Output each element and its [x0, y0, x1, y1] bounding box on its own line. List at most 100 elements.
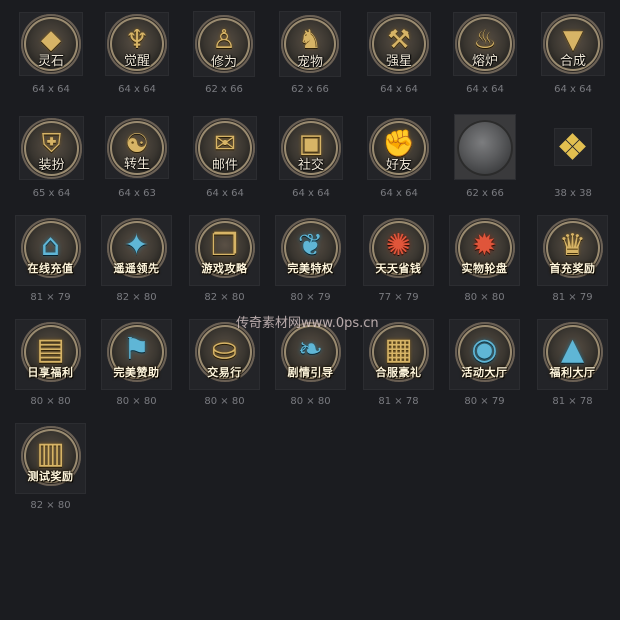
icon-dimensions: 64 x 64 [554, 84, 592, 95]
icon-dimensions: 81 × 78 [378, 396, 419, 407]
icon-dimensions: 80 × 79 [290, 292, 331, 303]
gold-diamonds-icon [554, 128, 592, 166]
icon-dimensions: 81 × 79 [30, 292, 71, 303]
icon-label: 日享福利 [27, 366, 74, 379]
icon-tile: ❦ 完美特权 [275, 215, 346, 286]
icon-label: 合服豪礼 [375, 366, 422, 379]
icon-dimensions: 80 × 80 [204, 396, 245, 407]
icon-tile: ◉ 活动大厅 [449, 319, 520, 390]
icon-label: 测试奖励 [27, 470, 74, 483]
icon-tile: ▣ 社交 [279, 116, 343, 180]
scroll-book-icon: ❐ [211, 228, 238, 264]
jade-blade-icon: ✦ [123, 228, 150, 264]
icon-label: 觉醒 [123, 54, 150, 69]
red-fan-icon: ✺ [385, 228, 412, 264]
icon-tile: ⚑ 完美赞助 [101, 319, 172, 390]
blue-phoenix-icon: ❦ [297, 228, 324, 264]
icon-label: 完美特权 [287, 262, 334, 275]
icon-tile: ▲ 福利大厅 [537, 319, 608, 390]
icon-tile: ▥ 测试奖励 [15, 423, 86, 494]
icon-label: 修为 [210, 55, 237, 70]
pagoda-icon: ⌂ [40, 228, 61, 264]
open-chest-icon: ▤ [36, 332, 65, 368]
icon-tile: ♛ 首充奖励 [537, 215, 608, 286]
icon-label: 社交 [297, 158, 324, 173]
blue-dragon-icon: ❧ [297, 332, 324, 368]
icon-tile: ▤ 日享福利 [15, 319, 86, 390]
icon-dimensions: 65 x 64 [32, 188, 71, 199]
icon-dimensions: 64 x 64 [380, 84, 418, 95]
icon-label: 强星 [385, 54, 412, 69]
icon-label: 交易行 [207, 366, 242, 379]
icon-dimensions: 64 x 64 [380, 188, 418, 199]
icon-tile: ☯ 转生 [105, 116, 169, 179]
icon-tile: ⚒ 强星 [367, 12, 431, 76]
icon-tile: ✦ 遥遥领先 [101, 215, 172, 286]
icon-label: 天天省钱 [375, 262, 422, 275]
icon-sheet: ◆ 灵石 64 x 64 ♆ 觉醒 64 x 64 ♙ 修为 62 x 66 ♞ 宠物 62 x 66… [0, 0, 620, 620]
icon-tile: ♙ 修为 [193, 11, 255, 77]
crystal-orb-icon: ◉ [471, 332, 498, 368]
icon-label: 邮件 [211, 158, 238, 173]
icon-dimensions: 62 x 66 [205, 84, 243, 95]
icon-label: 熔炉 [471, 54, 498, 69]
icon-tile: ✹ 实物轮盘 [449, 215, 520, 286]
icon-tile: ✺ 天天省钱 [363, 215, 434, 286]
icon-label: 转生 [123, 157, 150, 172]
icon-dimensions: 80 × 80 [290, 396, 331, 407]
icon-tile: ⛨ 装扮 [19, 116, 84, 180]
icon-dimensions: 80 × 80 [30, 396, 71, 407]
icon-dimensions: 81 × 79 [552, 292, 593, 303]
icon-tile: ✊ 好友 [367, 116, 431, 180]
icon-dimensions: 64 x 63 [118, 188, 156, 199]
icon-tile: ♞ 宠物 [279, 11, 341, 77]
gold-box-icon: ▦ [384, 332, 413, 368]
icon-label: 灵石 [37, 54, 64, 69]
icon-tile: ⌂ 在线充值 [15, 215, 86, 286]
gold-coins-icon: ⛀ [211, 332, 238, 368]
icon-dimensions: 80 × 79 [464, 396, 505, 407]
icon-label: 在线充值 [27, 262, 74, 275]
icon-dimensions: 82 × 80 [30, 500, 71, 511]
icon-tile [554, 128, 592, 166]
icon-tile: ❐ 游戏攻略 [189, 215, 260, 286]
icon-label: 游戏攻略 [201, 262, 248, 275]
icon-label: 福利大厅 [549, 366, 596, 379]
icon-dimensions: 64 x 64 [292, 188, 330, 199]
watermark: 传奇素材网www.0ps.cn [236, 316, 379, 331]
icon-tile: ◆ 灵石 [19, 12, 83, 76]
icon-dimensions: 64 x 64 [118, 84, 156, 95]
monk-figure-icon: ♙ [212, 25, 236, 56]
icon-label: 合成 [559, 54, 586, 69]
icon-label: 活动大厅 [461, 366, 508, 379]
icon-dimensions: 64 x 64 [206, 188, 244, 199]
icon-label: 实物轮盘 [461, 262, 508, 275]
beast-head-icon: ♞ [298, 25, 322, 56]
icon-dimensions: 62 x 66 [466, 188, 504, 199]
blue-banner-icon: ⚑ [123, 332, 150, 368]
icon-tile: ✉ 邮件 [193, 116, 257, 180]
icon-dimensions: 77 × 79 [378, 292, 419, 303]
icon-label: 好友 [385, 158, 412, 173]
icon-tile: ♨ 熔炉 [453, 12, 517, 76]
icon-dimensions: 80 × 80 [464, 292, 505, 303]
roulette-wheel-icon: ✹ [471, 228, 498, 264]
icon-label: 首充奖励 [549, 262, 596, 275]
icon-tile [454, 114, 516, 180]
icon-tile: ▼ 合成 [541, 12, 605, 76]
icon-dimensions: 62 x 66 [291, 84, 329, 95]
icon-dimensions: 82 × 80 [204, 292, 245, 303]
gift-chest-icon: ♛ [559, 228, 586, 264]
icon-label: 宠物 [296, 55, 323, 70]
chest-icon: ▥ [36, 436, 65, 472]
icon-dimensions: 38 x 38 [554, 188, 592, 199]
blue-pyramid-icon: ▲ [560, 332, 585, 368]
icon-dimensions: 82 × 80 [116, 292, 157, 303]
icon-label: 剧情引导 [287, 366, 334, 379]
icon-label: 遥遥领先 [113, 262, 160, 275]
icon-dimensions: 64 x 64 [32, 84, 70, 95]
icon-label: 完美赞助 [113, 366, 160, 379]
icon-label: 装扮 [38, 158, 65, 173]
icon-tile: ♆ 觉醒 [105, 12, 169, 76]
icon-dimensions: 80 × 80 [116, 396, 157, 407]
